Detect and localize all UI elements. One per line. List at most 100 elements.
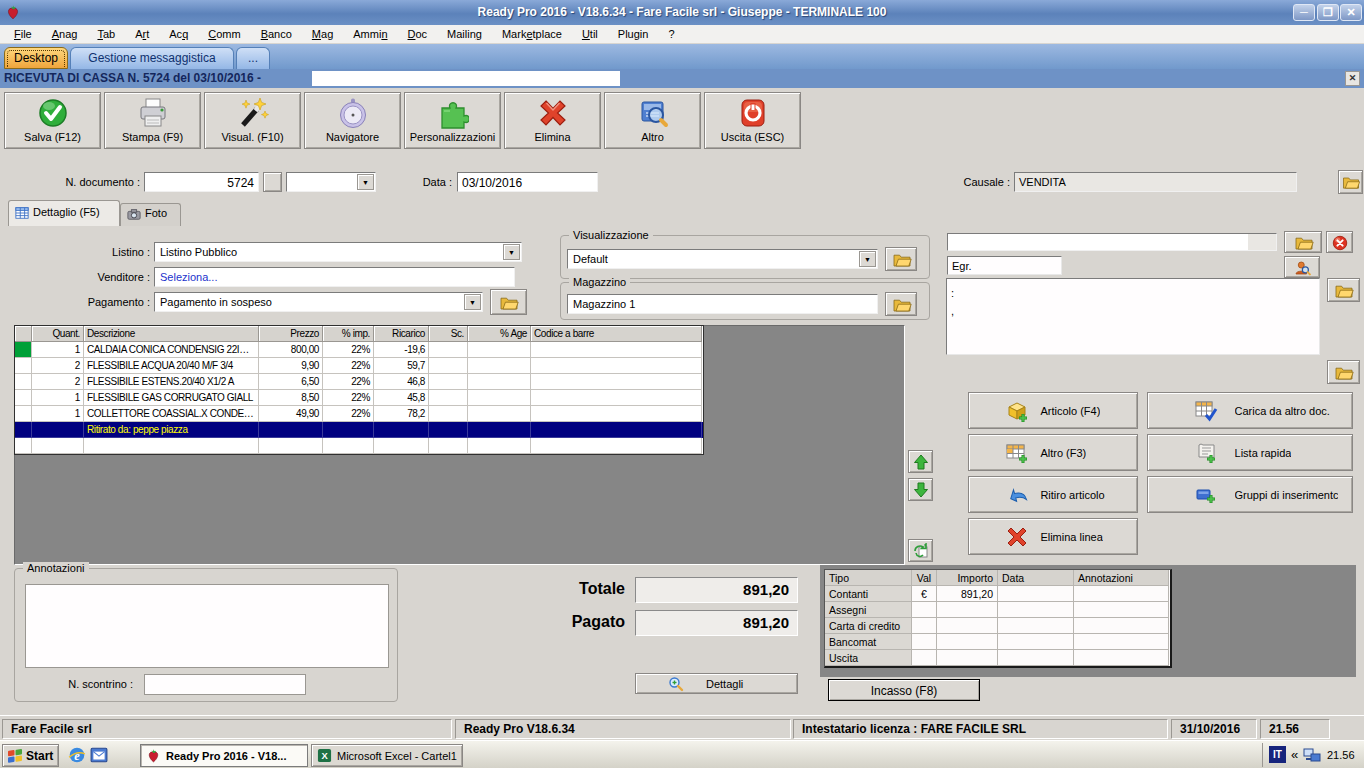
toolbar-salva-f12-button[interactable]: Salva (F12) [4,92,101,149]
combo-arrow-icon[interactable]: ▼ [464,294,481,310]
menu-mailing[interactable]: Mailing [437,25,492,44]
tab-gestione-messaggistica[interactable]: Gestione messaggistica [70,47,234,69]
start-button[interactable]: Start [2,744,59,767]
payments-row[interactable]: Uscita [825,650,1170,666]
tab-more[interactable]: ... [236,47,270,69]
tab-dettaglio[interactable]: Dettaglio (F5) [8,200,120,226]
menu-doc[interactable]: Doc [398,25,438,44]
menu-acq[interactable]: Acq [159,25,198,44]
menu-plugin[interactable]: Plugin [608,25,659,44]
listino-label: Listino : [60,242,150,262]
causale-folder-button[interactable] [1338,170,1363,194]
carica-da-altro-doc-button[interactable]: Carica da altro doc. [1147,392,1353,429]
magazzino-folder-button[interactable] [885,292,917,316]
pagato-label: Pagato [520,613,625,631]
toolbar-stampa-f9-button[interactable]: Stampa (F9) [104,92,201,149]
language-indicator[interactable]: IT [1269,746,1286,763]
address-folder-button[interactable] [1327,278,1360,302]
n-documento-input[interactable]: 5724 [144,172,259,192]
restore-button[interactable]: ❐ [1317,4,1339,21]
items-table-row[interactable]: 1FLESSIBILE GAS CORRUGATO GIALL8,5022%45… [15,390,703,406]
cliente-folder-button[interactable] [1284,231,1322,253]
extra-folder-button[interactable] [1327,360,1360,384]
toolbar-elimina-button[interactable]: Elimina [504,92,601,149]
articolo-f4-button[interactable]: Articolo (F4) [968,392,1138,429]
pagamento-combobox[interactable]: Pagamento in sospeso▼ [154,292,483,312]
taskbar-item-readypro[interactable]: Ready Pro 2016 - V18... [140,744,308,767]
toolbar-navigatore-button[interactable]: Navigatore [304,92,401,149]
taskbar-item-excel[interactable]: X Microsoft Excel - Cartel1 [311,744,463,767]
minimize-button[interactable]: ─ [1293,4,1315,21]
status-panel: Ready Pro V18.6.34 [455,719,791,739]
network-icon[interactable] [1303,746,1321,764]
puzzle-icon [437,97,469,129]
menu-help[interactable]: ? [658,25,684,44]
menu-ammin[interactable]: Ammin [343,25,397,44]
gruppi-di-inserimentc-button[interactable]: Gruppi di inserimentc [1147,476,1353,513]
tab-desktop[interactable]: Desktop [4,47,68,69]
menu-anag[interactable]: Anag [42,25,88,44]
pagamento-folder-button[interactable] [490,289,527,315]
cliente-clear-button[interactable] [1326,231,1353,253]
salutation-field[interactable]: Egr. [947,256,1062,275]
document-close-icon[interactable]: ✕ [1345,71,1360,86]
internet-explorer-icon[interactable]: e [68,746,86,764]
menu-util[interactable]: Util [572,25,608,44]
items-table-row[interactable]: 2FLESSIBILE ACQUA 20/40 M/F 3/49,9022%59… [15,358,703,374]
n-scontrino-input[interactable] [144,674,306,695]
tray-chevron[interactable]: « [1291,747,1298,762]
pagato-value: 891,20 [635,610,798,636]
toolbar-altro-button[interactable]: Altro [604,92,701,149]
refresh-grid-button[interactable] [908,539,933,562]
n-documento-spin-button[interactable] [263,172,282,192]
combo-arrow-icon[interactable]: ▼ [503,244,520,260]
items-table-selected-row[interactable]: Ritirato da: peppe piazza [15,422,703,438]
cliente-person-search-button[interactable] [1284,256,1320,278]
move-row-down-button[interactable] [908,478,933,501]
combo-arrow-icon[interactable]: ▼ [357,174,374,190]
ritiro-articolo-button[interactable]: Ritiro articolo [968,476,1138,513]
toolbar-uscita-esc-button[interactable]: Uscita (ESC) [704,92,801,149]
items-table-row[interactable]: 1COLLETTORE COASSIAL.X CONDENSI49,9022%7… [15,406,703,422]
listino-combobox[interactable]: Listino Pubblico▼ [154,242,522,262]
toolbar-visual-f10-button[interactable]: Visual. (F10) [204,92,301,149]
serie-combobox[interactable]: ▼ [286,172,376,192]
payments-row[interactable]: Assegni [825,602,1170,618]
menu-file[interactable]: File [4,25,42,44]
elimina-linea-button[interactable]: Elimina linea [968,518,1138,555]
move-row-up-button[interactable] [908,450,933,473]
outlook-icon[interactable] [90,746,108,764]
items-table-row[interactable]: 1CALDAIA CONICA CONDENSIG 22IEF...800,00… [15,342,703,358]
close-button[interactable]: ✕ [1340,4,1362,21]
menu-banco[interactable]: Banco [251,25,302,44]
menu-marketplace[interactable]: Marketplace [492,25,572,44]
annotazioni-textarea[interactable] [25,584,389,668]
venditore-input[interactable]: Seleziona... [154,267,515,287]
incasso-button[interactable]: Incasso (F8) [828,679,980,701]
items-table-row[interactable] [15,438,703,454]
dettagli-button[interactable]: Dettagli [635,673,798,694]
cliente-search-field[interactable] [947,233,1277,251]
tab-foto[interactable]: Foto [120,203,181,226]
payments-row[interactable]: Carta di credito [825,618,1170,634]
menu-tab[interactable]: Tab [87,25,125,44]
data-input[interactable]: 03/10/2016 [457,172,598,192]
lista-rapida-button[interactable]: Lista rapida [1147,434,1353,471]
totale-label: Totale [520,580,625,598]
payments-row[interactable]: Contanti€891,20 [825,586,1170,602]
document-title: RICEVUTA DI CASSA N. 5724 del 03/10/2016… [4,71,261,85]
combo-arrow-icon[interactable]: ▼ [859,251,876,267]
menu-art[interactable]: Art [125,25,159,44]
taskbar: Start e Ready Pro 2016 - V18... X Micros… [0,740,1364,768]
visualizzazione-folder-button[interactable] [885,247,917,271]
visualizzazione-combobox[interactable]: Default▼ [567,249,878,269]
venditore-label: Venditore : [60,267,150,287]
altro-f3-button[interactable]: Altro (F3) [968,434,1138,471]
cliente-address-box[interactable]: : , [946,278,1320,355]
payments-row[interactable]: Bancomat [825,634,1170,650]
menu-comm[interactable]: Comm [198,25,250,44]
magazzino-input[interactable]: Magazzino 1 [567,294,878,314]
menu-mag[interactable]: Mag [302,25,343,44]
items-table-row[interactable]: 2FLESSIBILE ESTENS.20/40 X1/2 A6,5022%46… [15,374,703,390]
toolbar-personalizzazioni-button[interactable]: Personalizzazioni [404,92,501,149]
